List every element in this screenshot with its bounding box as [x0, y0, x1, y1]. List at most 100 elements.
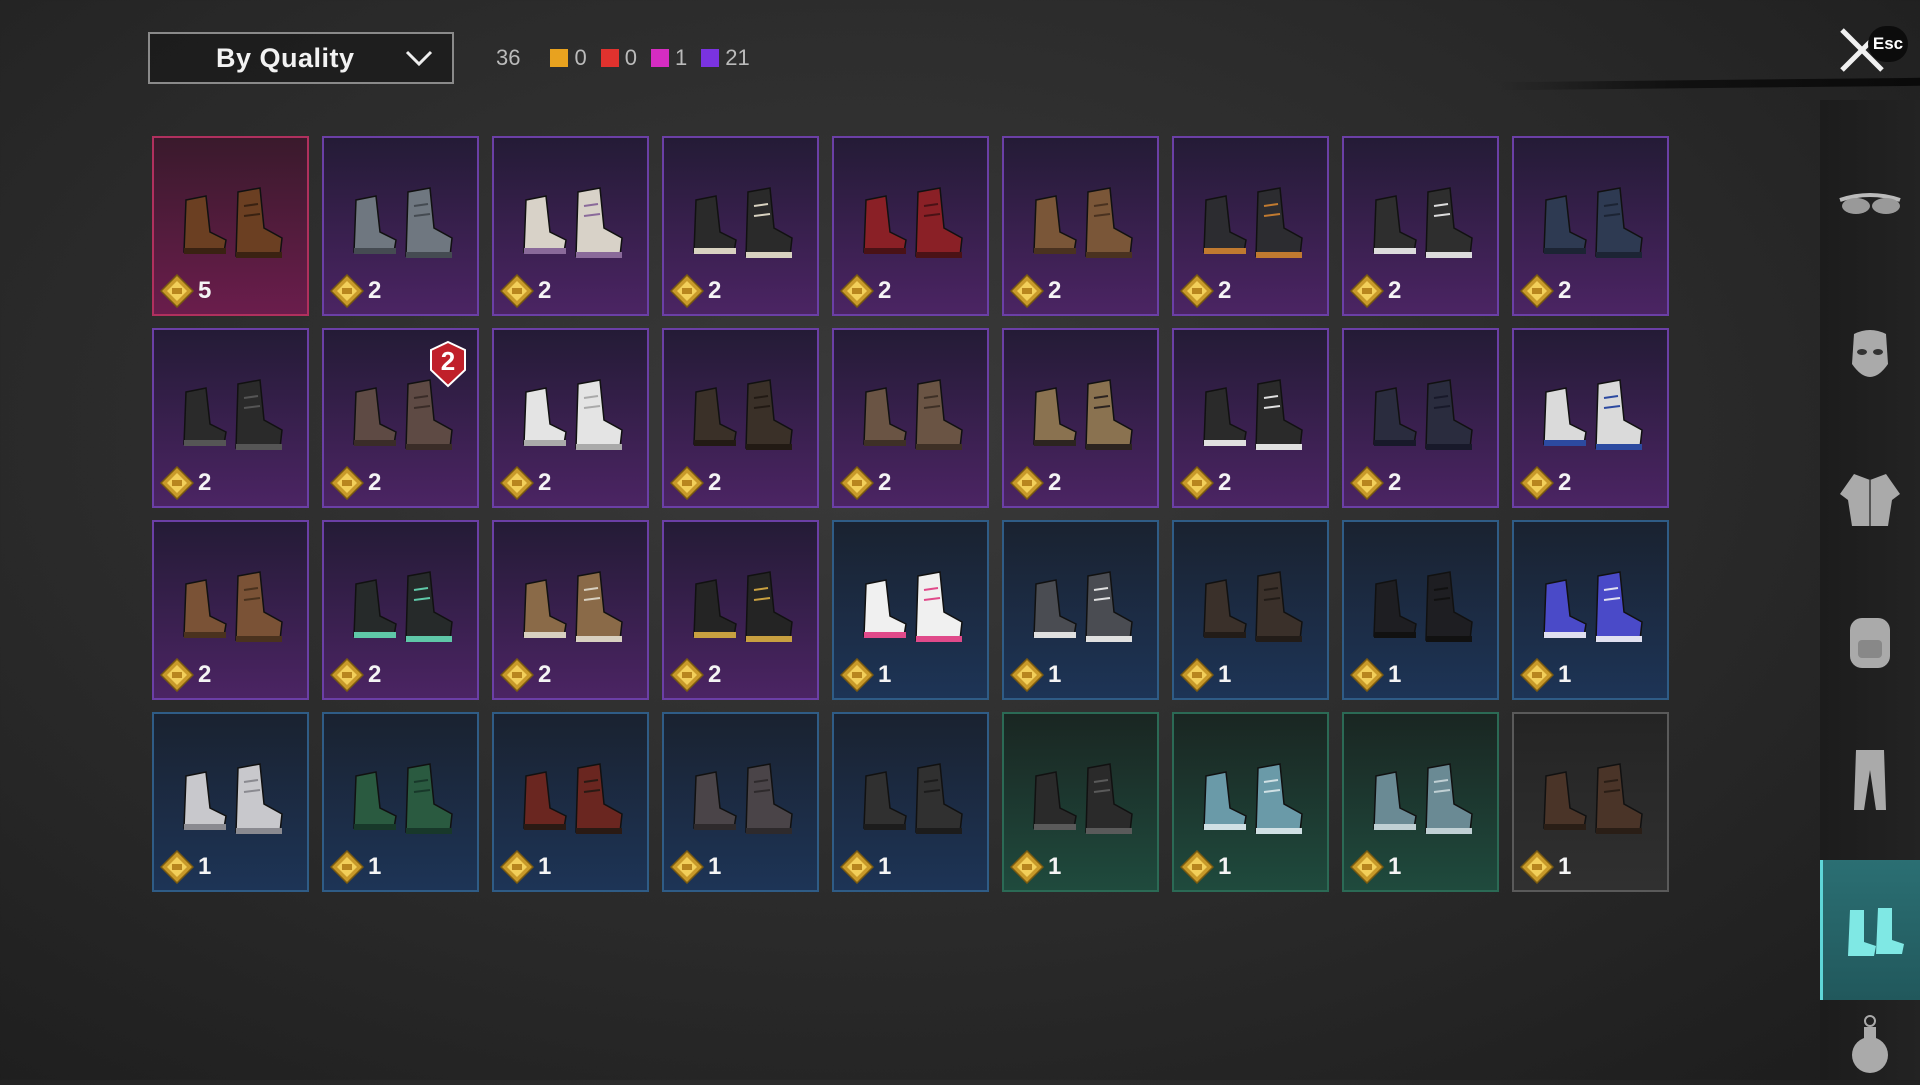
coin-icon [1520, 658, 1554, 692]
gray-low-sneakers-icon [1033, 571, 1133, 642]
price-value: 1 [1558, 853, 1572, 880]
item-card[interactable]: 1 [662, 712, 819, 892]
coin-icon [1520, 274, 1554, 308]
checker-sneakers-icon [1203, 379, 1303, 450]
sidebar-tab-pants[interactable] [1820, 710, 1920, 850]
buckle-combat-boots-icon [1033, 763, 1133, 834]
item-card[interactable]: 2 [1342, 136, 1499, 316]
coin-icon [330, 466, 364, 500]
sort-dropdown[interactable]: By Quality [148, 32, 454, 84]
blue-velcro-sneakers-icon [1543, 571, 1643, 642]
coin-icon [670, 850, 704, 884]
item-price: 2 [670, 658, 721, 692]
item-card[interactable]: 1 [1002, 520, 1159, 700]
count-badge-value: 2 [440, 346, 456, 376]
item-card[interactable]: 2 [832, 136, 989, 316]
coin-icon [500, 466, 534, 500]
coin-icon [840, 658, 874, 692]
price-value: 2 [1048, 277, 1062, 304]
quality-count: 0 [550, 45, 587, 71]
blue-white-boots-icon [1543, 379, 1643, 450]
coin-icon [330, 850, 364, 884]
item-card[interactable]: 2 [492, 328, 649, 508]
item-price: 2 [1010, 466, 1061, 500]
sidebar-tab-jacket[interactable] [1820, 430, 1920, 570]
sidebar-tab-mask[interactable] [1820, 290, 1920, 430]
dark-oxfords-icon [863, 763, 963, 834]
item-card[interactable]: 2 [1002, 136, 1159, 316]
item-price: 2 [500, 274, 551, 308]
quality-count: 0 [600, 45, 637, 71]
coin-icon [160, 466, 194, 500]
price-value: 2 [1558, 277, 1572, 304]
price-value: 2 [368, 277, 382, 304]
orange-sole-sneakers-icon [1203, 187, 1303, 258]
item-card[interactable]: 1 [832, 520, 989, 700]
price-value: 2 [538, 661, 552, 688]
item-card[interactable]: 2 [1512, 136, 1669, 316]
mask-icon [1852, 330, 1888, 377]
item-card[interactable]: 2 [322, 520, 479, 700]
paint-splatter-boots-icon [863, 571, 963, 642]
item-price: 2 [1010, 274, 1061, 308]
item-card[interactable]: 2 [1172, 136, 1329, 316]
item-price: 1 [1180, 850, 1231, 884]
item-card[interactable]: 1 [1342, 712, 1499, 892]
quality-count-value: 0 [574, 45, 587, 70]
sidebar-tab-glasses[interactable] [1820, 130, 1920, 270]
price-value: 1 [198, 853, 212, 880]
price-value: 1 [1048, 661, 1062, 688]
item-card[interactable]: 1 [1002, 712, 1159, 892]
item-card[interactable]: 2 [492, 136, 649, 316]
item-card[interactable]: 2 [662, 136, 819, 316]
black-combat-boots-icon [183, 379, 283, 450]
item-card[interactable]: 2 [152, 328, 309, 508]
item-card[interactable]: 1 [1172, 520, 1329, 700]
coin-icon [1350, 658, 1384, 692]
item-card[interactable]: 1 [1342, 520, 1499, 700]
item-card[interactable]: 2 [1002, 328, 1159, 508]
item-card[interactable]: 2 [1342, 328, 1499, 508]
item-price: 1 [840, 658, 891, 692]
item-card[interactable]: 22 [322, 328, 479, 508]
sort-label: By Quality [216, 42, 355, 73]
jacket-icon [1840, 474, 1900, 526]
quality-swatch [600, 49, 619, 67]
item-price: 1 [1010, 850, 1061, 884]
item-price: 2 [1180, 466, 1231, 500]
item-card[interactable]: 2 [322, 136, 479, 316]
item-card[interactable]: 1 [322, 712, 479, 892]
price-value: 2 [198, 469, 212, 496]
item-card[interactable]: 2 [152, 520, 309, 700]
item-card[interactable]: 1 [1172, 712, 1329, 892]
item-card[interactable]: 2 [492, 520, 649, 700]
item-card[interactable]: 2 [662, 520, 819, 700]
item-card[interactable]: 1 [492, 712, 649, 892]
quality-counts: 36 0 0 1 21 [496, 45, 764, 71]
price-value: 2 [708, 277, 722, 304]
sidebar-tab-backpack[interactable] [1820, 570, 1920, 710]
price-value: 1 [1388, 853, 1402, 880]
item-card[interactable]: 2 [1172, 328, 1329, 508]
item-card[interactable]: 2 [662, 328, 819, 508]
gray-oxfords-icon [693, 763, 793, 834]
sidebar-tab-shoes[interactable] [1820, 860, 1920, 1000]
coin-icon [840, 850, 874, 884]
sidebar-tab-grenade[interactable] [1820, 1010, 1920, 1080]
item-card[interactable]: 1 [832, 712, 989, 892]
item-card[interactable]: 1 [1512, 520, 1669, 700]
item-card[interactable]: 1 [152, 712, 309, 892]
coin-icon [1180, 850, 1214, 884]
item-card[interactable]: 1 [1512, 712, 1669, 892]
price-value: 2 [1558, 469, 1572, 496]
item-card[interactable]: 5 [152, 136, 309, 316]
price-value: 1 [708, 853, 722, 880]
poop-slippers-icon [183, 187, 283, 258]
coin-icon [670, 658, 704, 692]
black-hightops-icon [693, 187, 793, 258]
item-price: 2 [840, 466, 891, 500]
item-card[interactable]: 2 [832, 328, 989, 508]
item-card[interactable]: 2 [1512, 328, 1669, 508]
esc-key-badge: Esc [1868, 26, 1908, 62]
close-button[interactable]: Esc [1834, 20, 1914, 76]
